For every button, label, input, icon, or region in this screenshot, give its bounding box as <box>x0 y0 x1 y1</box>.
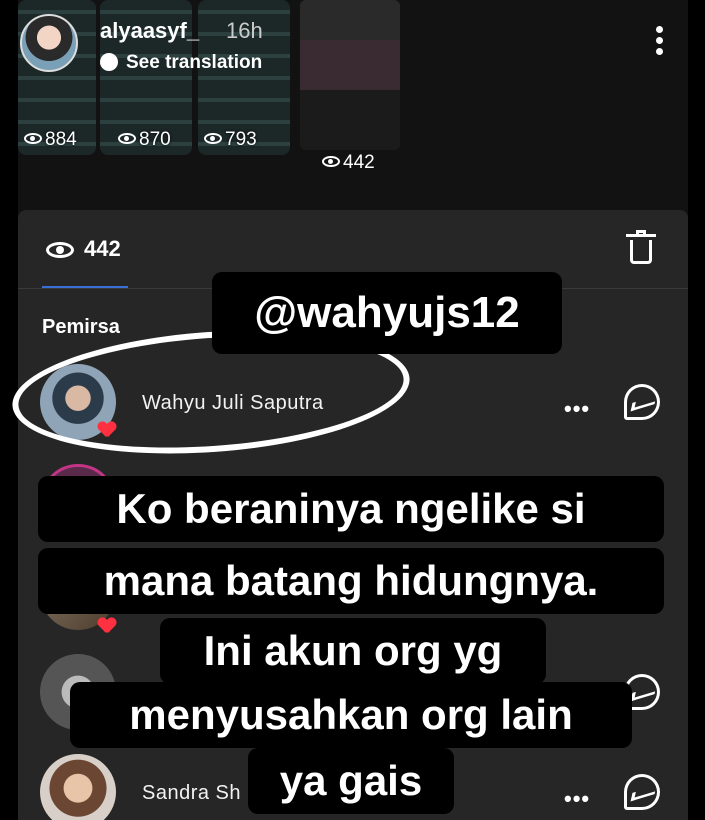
thumbnail-screenshot <box>300 0 400 150</box>
more-options-icon[interactable]: ••• <box>564 786 590 812</box>
viewers-section-label: Pemirsa <box>42 316 120 338</box>
eye-icon <box>24 133 42 144</box>
profile-avatar[interactable] <box>20 14 78 72</box>
messenger-icon[interactable] <box>624 384 660 420</box>
mention-sticker[interactable]: @wahyujs12 <box>212 272 562 354</box>
active-tab-indicator <box>42 286 128 288</box>
caption-line: menyusahkan org lain <box>70 682 632 748</box>
delete-icon[interactable] <box>626 230 656 264</box>
eye-icon <box>322 156 340 167</box>
thumbnail-view-count: 870 <box>139 129 171 150</box>
like-heart-icon <box>98 618 116 634</box>
view-count[interactable]: 442 <box>84 236 121 262</box>
caption-line: mana batang hidungnya. <box>38 548 664 614</box>
more-options-icon[interactable]: ••• <box>564 396 590 422</box>
story-time: 16h <box>226 18 263 43</box>
thumbnail-view-count: 793 <box>225 129 257 150</box>
eye-icon <box>118 133 136 144</box>
thumbnail-view-count: 884 <box>45 129 77 150</box>
caption-line: ya gais <box>248 748 454 814</box>
see-translation-button[interactable]: See translation <box>100 52 262 74</box>
viewer-name[interactable]: Sandra Sh <box>142 782 241 805</box>
caption-line: Ko beraninya ngelike si <box>38 476 664 542</box>
eye-icon <box>46 242 74 258</box>
eye-icon <box>204 133 222 144</box>
caption-line: Ini akun org yg <box>160 618 546 684</box>
translate-icon <box>100 53 118 71</box>
more-options-icon[interactable] <box>654 26 664 60</box>
story-thumbnail-active[interactable]: 442 <box>300 0 400 178</box>
messenger-icon[interactable] <box>624 774 660 810</box>
story-username[interactable]: alyaasyf_ <box>100 18 199 44</box>
thumbnail-view-count: 442 <box>343 152 375 173</box>
avatar[interactable] <box>40 754 116 820</box>
see-translation-label: See translation <box>126 52 263 73</box>
